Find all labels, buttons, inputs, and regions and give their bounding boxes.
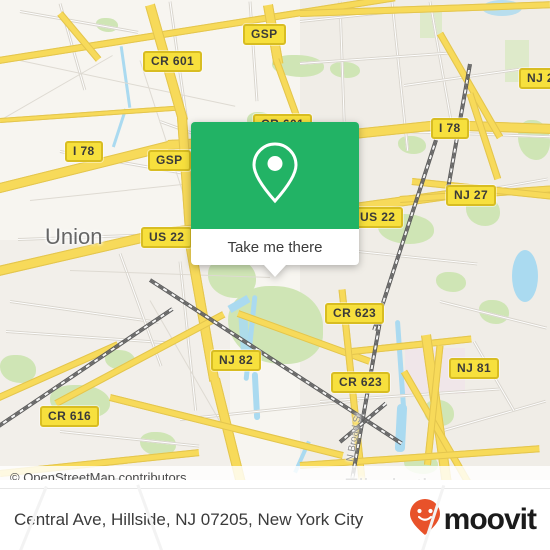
footer-bar: Central Ave, Hillside, NJ 07205, New Yor…	[0, 484, 550, 550]
map-shield: CR 623	[325, 303, 385, 324]
map-shield: CR 616	[40, 406, 100, 427]
map-shield: NJ 81	[449, 358, 500, 379]
take-me-there-button[interactable]: Take me there	[191, 229, 359, 265]
map-lake	[512, 250, 538, 302]
map-shield: CR 601	[143, 51, 203, 72]
map-shield: GSP	[148, 150, 191, 171]
map-shield: CR 623	[331, 372, 391, 393]
map-attribution-bar: © OpenStreetMap contributors	[0, 466, 550, 480]
popup-tail-pointer	[264, 265, 286, 277]
location-pin-icon	[247, 138, 303, 213]
map-shield: GSP	[243, 24, 286, 45]
take-me-there-label: Take me there	[227, 238, 323, 256]
take-me-there-popup[interactable]: Take me there	[191, 122, 359, 277]
map-screenshot: GSPCR 601NJ 21CR 601I 78I 78GSPNJ 27US 2…	[0, 0, 550, 550]
osm-attribution-text: © OpenStreetMap contributors	[10, 469, 187, 481]
map-shield: I 78	[65, 141, 103, 162]
map-canvas[interactable]: GSPCR 601NJ 21CR 601I 78I 78GSPNJ 27US 2…	[0, 0, 550, 480]
location-title: Central Ave, Hillside, NJ 07205, New Yor…	[14, 509, 364, 529]
popup-body	[191, 122, 359, 229]
map-shield: NJ 21	[519, 68, 550, 89]
moovit-wordmark: moovit	[443, 502, 537, 536]
map-shield: US 22	[352, 207, 404, 228]
map-shield: NJ 27	[446, 185, 497, 206]
map-place-label: Union	[45, 224, 103, 249]
map-shield: I 78	[431, 118, 469, 139]
map-shield: NJ 82	[211, 350, 262, 371]
map-shield: US 22	[141, 227, 193, 248]
